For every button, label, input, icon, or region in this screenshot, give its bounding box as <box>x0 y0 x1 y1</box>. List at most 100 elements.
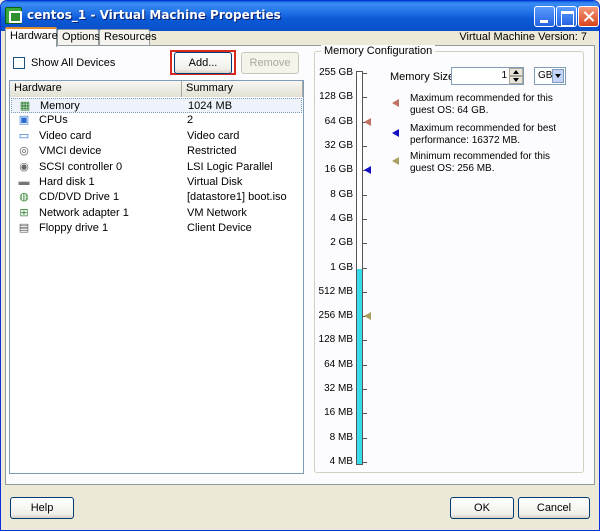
memory-scale-label: 32 MB <box>324 383 353 395</box>
memory-legend-item: Maximum recommended for best performance:… <box>410 123 570 147</box>
hardware-name: Hard disk 1 <box>39 176 95 188</box>
memory-scale-label: 128 GB <box>319 91 353 103</box>
memory-scale-tick <box>363 243 367 245</box>
window-title: centos_1 - Virtual Machine Properties <box>27 8 281 22</box>
tab-hardware[interactable]: Hardware <box>5 27 58 47</box>
hardware-summary: [datastore1] boot.iso <box>187 191 287 204</box>
memory-scale-label: 16 MB <box>324 407 353 419</box>
hardware-summary: VM Network <box>187 206 247 219</box>
show-all-devices-label: Show All Devices <box>31 57 116 69</box>
hardware-name: CD/DVD Drive 1 <box>39 191 120 204</box>
memory-slider-track[interactable] <box>356 71 363 465</box>
memory-scale-label: 128 MB <box>318 334 353 346</box>
show-all-devices-checkbox[interactable] <box>13 57 25 69</box>
tab-options[interactable]: Options <box>57 29 100 46</box>
floppy-drive-icon: ▤ <box>18 222 30 235</box>
min-recommended-marker-icon <box>364 312 371 321</box>
tab-resources[interactable]: Resources <box>99 29 157 46</box>
cpu-icon: ▣ <box>18 114 30 127</box>
column-summary[interactable]: Summary <box>182 81 303 97</box>
cd-dvd-icon: ◍ <box>19 191 29 204</box>
hardware-row-floppy-drive-1[interactable]: ▤ Floppy drive 1 Client Device <box>11 221 302 236</box>
memory-scale-tick <box>363 218 367 220</box>
column-hardware[interactable]: Hardware <box>10 81 182 97</box>
memory-scale-tick <box>363 145 367 147</box>
chevron-down-icon <box>552 69 564 83</box>
memory-scale-label: 256 MB <box>318 310 353 322</box>
best-performance-marker-icon <box>364 166 371 175</box>
memory-scale-label: 4 GB <box>330 212 353 224</box>
memory-size-spinner[interactable] <box>509 68 523 84</box>
memory-scale-label: 16 GB <box>324 164 353 176</box>
hardware-row-scsi-controller-0[interactable]: ◉ SCSI controller 0 LSI Logic Parallel <box>11 160 302 175</box>
hardware-row-memory[interactable]: ▦ Memory 1024 MB <box>11 98 302 113</box>
memory-scale-tick <box>363 73 367 74</box>
memory-scale-label: 2 GB <box>330 237 353 249</box>
network-adapter-icon: ⊞ <box>19 206 29 219</box>
memory-scale-tick <box>363 291 367 293</box>
hardware-summary: 1024 MB <box>188 100 233 112</box>
hardware-name: Floppy drive 1 <box>39 222 109 235</box>
memory-legend-line: performance: 16372 MB. <box>410 135 521 146</box>
memory-legend-line: Maximum recommended for best <box>410 123 557 134</box>
memory-scale-tick <box>363 194 367 196</box>
best-performance-marker-icon <box>392 129 399 137</box>
hardware-row-cpus[interactable]: ▣ CPUs 2 <box>11 113 302 128</box>
memory-legend-item: Minimum recommended for this guest OS: 25… <box>410 151 570 175</box>
memory-scale-tick <box>363 267 367 269</box>
hardware-row-hard-disk-1[interactable]: ▬ Hard disk 1 Virtual Disk <box>11 175 302 190</box>
memory-scale-tick <box>363 389 367 391</box>
memory-slider-fill <box>357 268 362 464</box>
vmci-device-icon: ◎ <box>19 145 29 158</box>
hardware-name: SCSI controller 0 <box>39 160 123 173</box>
memory-scale-tick <box>363 462 367 463</box>
help-button[interactable]: Help <box>10 497 74 519</box>
max-recommended-marker-icon <box>392 99 399 107</box>
maximize-button[interactable] <box>556 6 577 27</box>
spin-up-icon[interactable] <box>509 68 523 76</box>
memory-legend-line: Maximum recommended for this <box>410 93 553 104</box>
memory-legend-item: Maximum recommended for this guest OS: 64… <box>410 93 570 117</box>
hardware-row-network-adapter-1[interactable]: ⊞ Network adapter 1 VM Network <box>11 206 302 221</box>
video-card-icon: ▭ <box>18 129 30 142</box>
add-button[interactable]: Add... <box>174 52 232 74</box>
memory-scale-tick <box>363 340 367 342</box>
memory-scale-tick <box>363 364 367 366</box>
memory-scale-tick <box>363 97 367 99</box>
memory-unit-select[interactable]: GB <box>534 67 566 85</box>
memory-legend-line: guest OS: 256 MB. <box>410 163 495 174</box>
hardware-summary: Restricted <box>187 145 237 158</box>
hardware-name: Video card <box>39 129 92 142</box>
hardware-row-video-card[interactable]: ▭ Video card Video card <box>11 129 302 144</box>
hardware-summary: 2 <box>187 114 194 127</box>
hardware-name: CPUs <box>39 114 68 127</box>
title-bar[interactable]: centos_1 - Virtual Machine Properties <box>1 1 599 31</box>
memory-legend-line: guest OS: 64 GB. <box>410 105 489 116</box>
cancel-button[interactable]: Cancel <box>518 497 590 519</box>
memory-scale-label: 8 MB <box>329 431 353 443</box>
memory-size-label: Memory Size: <box>390 71 458 83</box>
memory-scale-label: 255 GB <box>319 67 353 78</box>
remove-button[interactable]: Remove <box>241 52 299 74</box>
hardware-name: Memory <box>40 100 80 112</box>
vm-icon <box>5 7 22 24</box>
hardware-summary: Client Device <box>187 222 252 235</box>
spin-down-icon[interactable] <box>509 76 523 84</box>
ok-button[interactable]: OK <box>450 497 514 519</box>
memory-scale-label: 512 MB <box>318 285 353 297</box>
hardware-name: VMCI device <box>39 145 102 158</box>
hardware-list[interactable]: Hardware Summary ▦ Memory 1024 MB ▣ CPUs 2 ▭ Vi… <box>9 80 304 474</box>
minimize-button[interactable] <box>534 6 555 27</box>
memory-scale-label: 64 MB <box>324 358 353 370</box>
hardware-summary: Virtual Disk <box>187 176 243 188</box>
memory-configuration-title: Memory Configuration <box>321 45 436 57</box>
scsi-controller-icon: ◉ <box>19 160 29 173</box>
close-button[interactable] <box>578 6 599 27</box>
hardware-name: Network adapter 1 <box>39 206 129 219</box>
hardware-row-cd-dvd-drive-1[interactable]: ◍ CD/DVD Drive 1 [datastore1] boot.iso <box>11 190 302 205</box>
memory-legend-line: Minimum recommended for this <box>410 151 551 162</box>
memory-scale-label: 64 GB <box>324 115 353 127</box>
hardware-row-vmci-device[interactable]: ◎ VMCI device Restricted <box>11 144 302 159</box>
memory-scale-tick <box>363 413 367 415</box>
memory-scale-label: 1 GB <box>330 261 353 273</box>
